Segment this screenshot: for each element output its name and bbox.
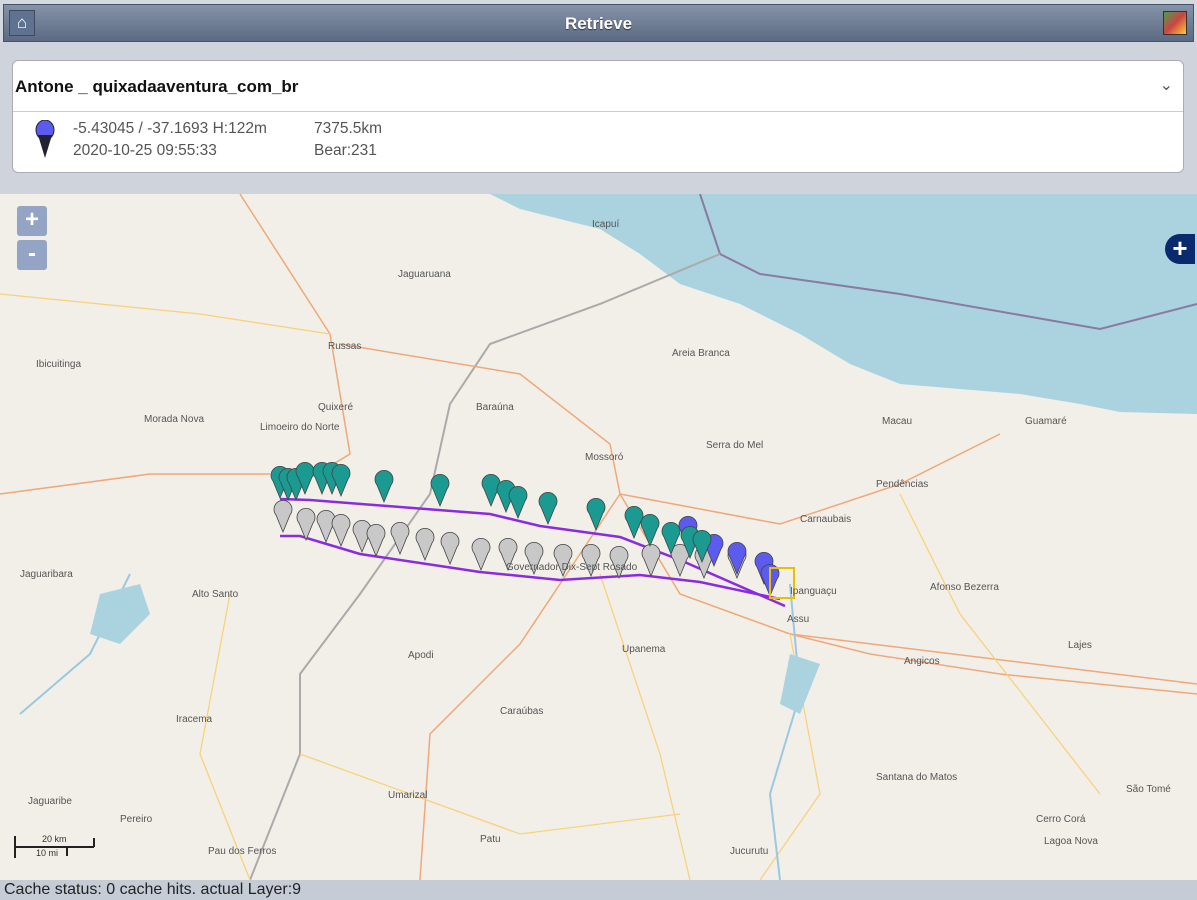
zoom-out-button[interactable]: -	[17, 240, 47, 270]
town-label: Santana do Matos	[876, 772, 958, 783]
position-info: -5.43045 / -37.1693 H:122m 7375.5km 2020…	[13, 112, 1183, 172]
track-marker-gray[interactable]	[471, 538, 491, 572]
town-label: Limoeiro do Norte	[260, 422, 340, 433]
scale-km: 20 km	[42, 834, 67, 844]
town-label: Mossoró	[585, 452, 624, 463]
track-marker-gray[interactable]	[366, 524, 386, 558]
chevron-down-icon[interactable]: ⌄	[1160, 75, 1173, 95]
track-marker-teal[interactable]	[624, 506, 644, 540]
town-label: Lagoa Nova	[1044, 836, 1098, 847]
town-label: Quixeré	[318, 402, 354, 413]
town-label: Umarizal	[388, 790, 428, 801]
tracker-select[interactable]: Antone _ quixadaaventura_com_br ⌄	[13, 61, 1183, 112]
track-marker-teal[interactable]	[331, 464, 351, 498]
town-label: Morada Nova	[144, 414, 205, 425]
track-marker-blue[interactable]	[727, 542, 747, 576]
header-bar: ⌂ Retrieve	[3, 4, 1194, 42]
town-label: Alto Santo	[192, 589, 239, 600]
track-marker-teal[interactable]	[374, 470, 394, 504]
town-label: Guamaré	[1025, 416, 1067, 427]
coordinates: -5.43045 / -37.1693 H:122m	[73, 120, 267, 137]
town-label: Assu	[787, 614, 810, 625]
town-label: Afonso Bezerra	[930, 582, 999, 593]
distance: 7375.5km	[314, 120, 383, 137]
town-label: Ipanguaçu	[790, 586, 837, 597]
town-label: Apodi	[408, 650, 434, 661]
town-label: Governador Dix-Sept Rosado	[506, 562, 638, 573]
town-label: Jucurutu	[730, 846, 769, 857]
track-marker-gray[interactable]	[390, 522, 410, 556]
town-label: Pereiro	[120, 814, 153, 825]
map-view[interactable]: Icapuí Jaguaruana Russas Ibicuitinga Morada …	[0, 194, 1197, 880]
town-label: Angicos	[904, 656, 940, 667]
town-label: São Tomé	[1126, 784, 1171, 795]
page-title: Retrieve	[564, 14, 633, 33]
town-label: Patu	[480, 834, 501, 845]
scale-bar: 20 km 10 mi	[14, 834, 96, 860]
track-marker-gray[interactable]	[331, 514, 351, 548]
town-label: Pau dos Ferros	[208, 846, 277, 857]
track-marker-teal[interactable]	[586, 498, 606, 532]
track-marker-teal[interactable]	[430, 474, 450, 508]
layers-button[interactable]	[1163, 11, 1187, 35]
town-label: Upanema	[622, 644, 666, 655]
town-label: Russas	[328, 341, 362, 352]
track-marker-teal[interactable]	[640, 514, 660, 548]
town-label: Icapuí	[592, 219, 620, 230]
town-label: Carnaubais	[800, 514, 852, 525]
status-bar: Cache status: 0 cache hits. actual Layer…	[0, 880, 1197, 900]
town-label: Baraúna	[476, 402, 514, 413]
track-marker-teal[interactable]	[538, 492, 558, 526]
layer-switcher-button[interactable]: +	[1165, 234, 1195, 264]
town-label: Ibicuitinga	[36, 359, 82, 370]
town-label: Jaguaribara	[20, 569, 73, 580]
tracker-panel: Antone _ quixadaaventura_com_br ⌄ -5.430…	[0, 42, 1197, 194]
tracker-name: Antone _ quixadaaventura_com_br	[15, 77, 299, 96]
timestamp: 2020-10-25 09:55:33	[73, 142, 217, 159]
town-label: Jaguaruana	[398, 269, 451, 280]
town-label: Cerro Corá	[1036, 814, 1086, 825]
map-canvas[interactable]	[0, 194, 1197, 880]
town-label: Serra do Mel	[706, 440, 764, 451]
town-label: Pendências	[876, 479, 929, 490]
track-marker-gray[interactable]	[415, 528, 435, 562]
tracker-card: Antone _ quixadaaventura_com_br ⌄ -5.430…	[12, 60, 1184, 173]
track-marker-teal[interactable]	[508, 486, 528, 520]
town-label: Lajes	[1068, 640, 1092, 651]
track-marker-gray[interactable]	[273, 500, 293, 534]
town-label: Caraúbas	[500, 706, 544, 717]
town-label: Macau	[882, 416, 913, 427]
scale-mi: 10 mi	[36, 848, 59, 858]
town-label: Jaguaribe	[28, 796, 72, 807]
track-marker-gray[interactable]	[641, 544, 661, 578]
map-pin-icon	[35, 120, 55, 158]
bearing: Bear:231	[314, 142, 377, 159]
town-label: Iracema	[176, 714, 213, 725]
track-marker-gray[interactable]	[440, 532, 460, 566]
zoom-in-button[interactable]: +	[17, 206, 47, 236]
town-label: Areia Branca	[672, 348, 730, 359]
